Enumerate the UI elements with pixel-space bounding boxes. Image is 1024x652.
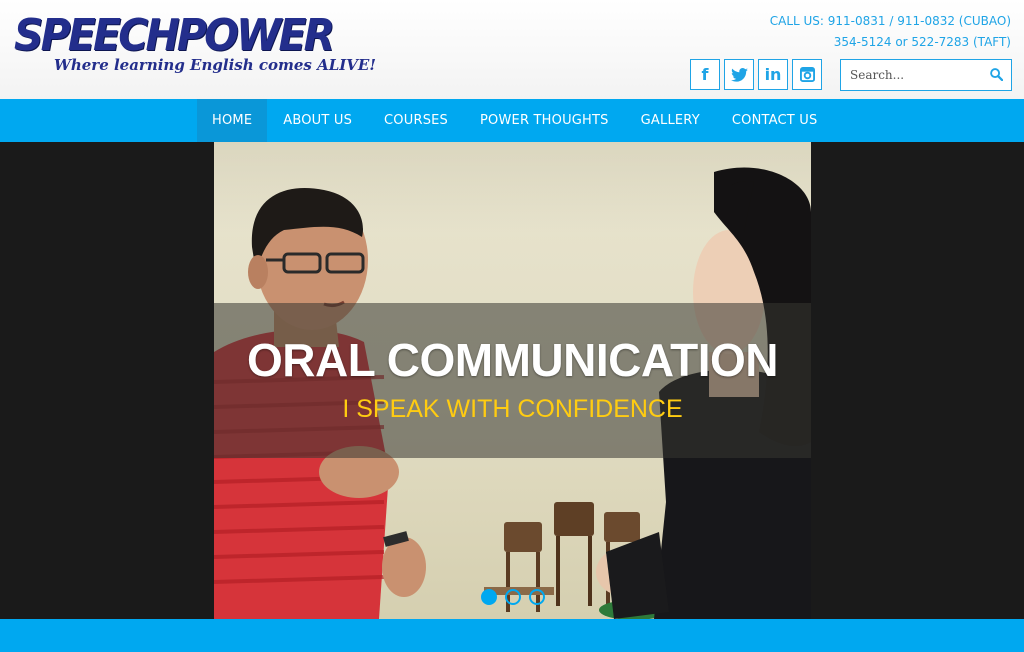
- nav-item-power-thoughts[interactable]: POWER THOUGHTS: [464, 99, 625, 142]
- nav-item-gallery[interactable]: GALLERY: [625, 99, 716, 142]
- logo-wordmark: SPEECHPOWER: [14, 10, 335, 61]
- slider-dot-1[interactable]: [481, 589, 497, 605]
- linkedin-link[interactable]: in: [758, 59, 788, 90]
- facebook-icon: f: [701, 65, 709, 84]
- contact-line-cubao: CALL US: 911-0831 / 911-0832 (CUBAO): [769, 14, 1011, 28]
- slide-subtitle: I SPEAK WITH CONFIDENCE: [342, 395, 683, 423]
- linkedin-icon: in: [764, 65, 782, 84]
- slide-title: ORAL COMMUNICATION: [246, 334, 779, 386]
- nav-item-about-us[interactable]: ABOUT US: [267, 99, 368, 142]
- logo-tagline: Where learning English comes ALIVE!: [54, 56, 376, 74]
- hero-slider: ORAL COMMUNICATION I SPEAK WITH CONFIDEN…: [0, 142, 1024, 619]
- instagram-link[interactable]: [792, 59, 822, 90]
- contact-line-taft: 354-5124 or 522-7283 (TAFT): [833, 35, 1011, 49]
- facebook-link[interactable]: f: [690, 59, 720, 90]
- nav-item-home[interactable]: HOME: [197, 99, 268, 142]
- twitter-link[interactable]: [724, 59, 754, 90]
- main-nav: HOME ABOUT US COURSES POWER THOUGHTS GAL…: [0, 99, 1024, 142]
- search-box: [840, 59, 1012, 91]
- slider-dot-2[interactable]: [505, 589, 521, 605]
- social-links: f in: [690, 59, 822, 90]
- instagram-icon: [799, 67, 815, 82]
- search-input[interactable]: [841, 60, 981, 90]
- slider-pagination: [481, 589, 545, 605]
- site-header: SPEECHPOWER Where learning English comes…: [0, 0, 1024, 99]
- slider-dot-3[interactable]: [529, 589, 545, 605]
- search-icon[interactable]: [990, 68, 1003, 81]
- twitter-icon: [730, 67, 748, 82]
- slide-caption: ORAL COMMUNICATION I SPEAK WITH CONFIDEN…: [214, 303, 811, 458]
- bottom-band: [0, 619, 1024, 652]
- slide-image: ORAL COMMUNICATION I SPEAK WITH CONFIDEN…: [214, 142, 811, 619]
- nav-item-courses[interactable]: COURSES: [368, 99, 464, 142]
- contact-info: CALL US: 911-0831 / 911-0832 (CUBAO) 354…: [770, 11, 1011, 53]
- nav-item-contact-us[interactable]: CONTACT US: [716, 99, 834, 142]
- site-logo[interactable]: SPEECHPOWER Where learning English comes…: [14, 10, 376, 82]
